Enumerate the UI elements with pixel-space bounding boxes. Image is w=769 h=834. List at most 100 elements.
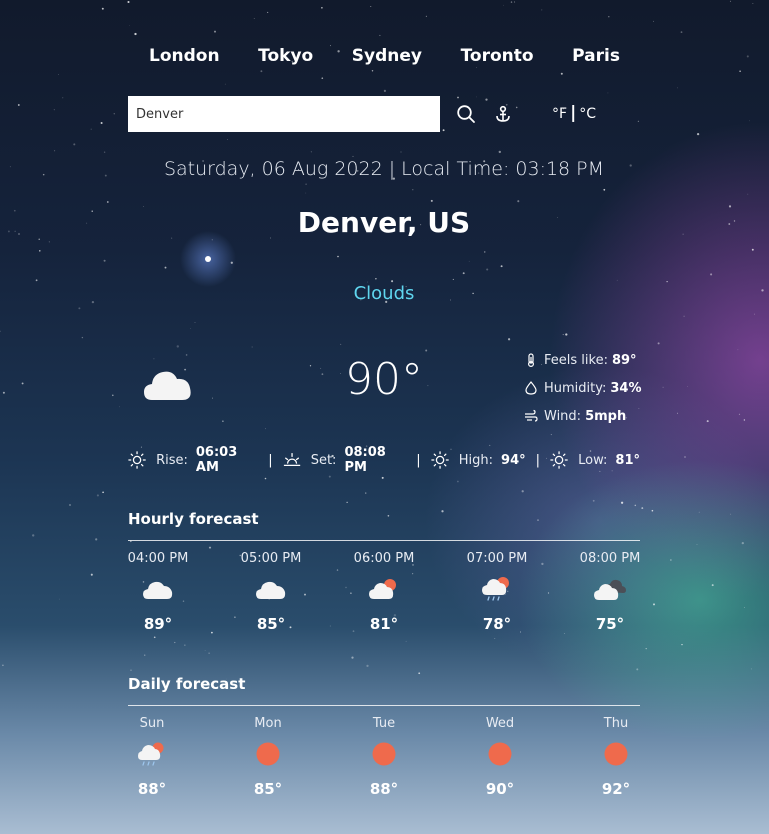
star (91, 210, 93, 212)
star (365, 492, 367, 494)
star (733, 220, 736, 222)
star (103, 259, 106, 262)
city-paris-button[interactable]: Paris (572, 46, 620, 66)
star (321, 77, 324, 80)
star (190, 328, 192, 329)
daily-temp: 88° (369, 780, 399, 798)
star (457, 480, 459, 483)
star (653, 20, 654, 22)
star (418, 672, 421, 675)
star (381, 476, 384, 479)
star (608, 15, 610, 18)
star (680, 31, 683, 33)
star (91, 300, 95, 304)
star (144, 654, 146, 656)
star (352, 155, 354, 157)
star (264, 477, 267, 480)
star (78, 307, 81, 310)
star (729, 0, 732, 2)
star (224, 83, 226, 85)
star (541, 9, 543, 11)
star (0, 330, 1, 333)
star (747, 193, 749, 195)
star (752, 3, 754, 4)
hourly-temp: 85° (256, 615, 286, 633)
search-icon[interactable] (456, 104, 476, 124)
separator: | (535, 452, 541, 468)
celsius-button[interactable]: °C (579, 106, 596, 122)
daily-item: Sun 88° (112, 714, 192, 798)
star (677, 87, 678, 89)
wind-value: 5mph (585, 408, 627, 424)
daily-temp: 85° (253, 780, 283, 798)
star (696, 132, 700, 136)
daily-divider (128, 705, 640, 706)
star (17, 104, 20, 106)
star (391, 280, 394, 283)
star (267, 11, 269, 13)
city-tokyo-button[interactable]: Tokyo (258, 46, 313, 66)
star (39, 250, 41, 252)
star (129, 25, 131, 26)
star (743, 606, 746, 609)
star (2, 391, 5, 394)
star (761, 289, 764, 292)
star (750, 668, 752, 670)
star (176, 345, 179, 348)
star (517, 200, 520, 203)
star (746, 55, 749, 58)
star (38, 238, 40, 240)
sun-low-icon (550, 451, 568, 469)
sun-rain-icon (482, 577, 509, 601)
star (710, 273, 713, 276)
cloud-icon (143, 581, 173, 599)
city-toronto-button[interactable]: Toronto (461, 46, 534, 66)
hourly-time: 08:00 PM (579, 551, 641, 566)
partly-cloudy-icon (369, 579, 396, 599)
hourly-temp: 78° (482, 615, 512, 633)
star (222, 420, 224, 422)
star (35, 279, 38, 282)
star (489, 444, 491, 446)
daily-day: Thu (603, 716, 629, 731)
feels-like-value: 89° (611, 352, 637, 368)
star (86, 222, 88, 224)
star (226, 139, 228, 141)
daily-item: Wed 90° (460, 714, 540, 798)
star (13, 209, 16, 212)
star (21, 382, 24, 385)
city-search-input[interactable] (128, 96, 440, 132)
location-pin-icon[interactable] (493, 104, 513, 124)
star (379, 34, 381, 36)
fahrenheit-button[interactable]: °F (552, 106, 567, 122)
feels-like-label: Feels like: (544, 352, 608, 368)
star (741, 541, 744, 545)
star (310, 151, 313, 153)
star (468, 260, 470, 262)
star (130, 669, 132, 671)
star (498, 150, 501, 154)
star (305, 192, 307, 194)
star (728, 223, 731, 225)
sun-rain-icon (138, 742, 164, 766)
star (112, 394, 114, 397)
hourly-time: 07:00 PM (466, 551, 528, 566)
star (54, 150, 56, 152)
star (265, 428, 266, 430)
star (42, 173, 45, 176)
star (204, 650, 206, 651)
current-details: Feels like: 89° Humidity: 34% Wind: 5mph (524, 346, 664, 430)
star (682, 233, 684, 235)
star (607, 92, 609, 94)
star (214, 30, 216, 33)
city-london-button[interactable]: London (149, 46, 220, 66)
hourly-item: 05:00 PM 85° (231, 549, 311, 633)
sunset-label: Set: (310, 452, 337, 468)
star (134, 32, 137, 36)
city-sydney-button[interactable]: Sydney (352, 46, 422, 66)
star (510, 1, 513, 3)
star (603, 188, 606, 191)
sunrise-value: 06:03 AM (195, 445, 238, 475)
sun-icon (604, 742, 628, 766)
star (620, 501, 624, 504)
